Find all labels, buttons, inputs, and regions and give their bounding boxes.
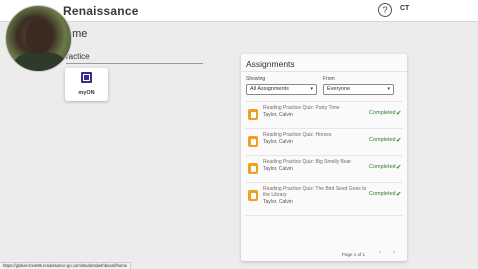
chevron-right-icon[interactable]: ›	[393, 250, 395, 256]
showing-select[interactable]: All Assignments ▾	[246, 84, 317, 95]
assignment-row[interactable]: Reading Practice Quiz: Big Smelly Bear T…	[245, 155, 403, 181]
checkmark-icon: ✔	[396, 164, 402, 171]
myon-app-tile[interactable]: myON	[65, 68, 108, 101]
student-name: Taylor, Calvin	[263, 112, 293, 118]
myon-logo-icon	[81, 72, 92, 83]
status-completed: Completed	[369, 110, 396, 116]
from-select-value: Everyone	[327, 86, 351, 92]
assignment-row[interactable]: Reading Practice Quiz: Party Time Taylor…	[245, 101, 403, 127]
from-select[interactable]: Everyone ▾	[323, 84, 394, 95]
quiz-name: Reading Practice Quiz: Horses	[263, 132, 332, 138]
chevron-down-icon: ▾	[310, 86, 313, 92]
top-app-bar: Renaissance ? CT	[0, 0, 478, 22]
checkmark-icon: ✔	[396, 110, 402, 117]
webcam-overlay	[5, 5, 72, 72]
assignment-row[interactable]: Reading Practice Quiz: The Bird Seed Goe…	[245, 182, 403, 210]
student-name: Taylor, Calvin	[263, 199, 293, 205]
from-label: From	[323, 76, 335, 82]
quiz-name: Reading Practice Quiz: Party Time	[263, 105, 340, 111]
status-completed: Completed	[369, 137, 396, 143]
practice-heading: ractice	[66, 52, 203, 64]
pagination-text: Page 1 of 1	[342, 252, 366, 257]
help-button[interactable]: ?	[378, 3, 392, 17]
list-bottom-divider	[245, 215, 403, 216]
quiz-icon	[248, 190, 258, 201]
quiz-name: Reading Practice Quiz: Big Smelly Bear	[263, 159, 352, 165]
checkmark-icon: ✔	[396, 137, 402, 144]
panel-divider	[241, 71, 407, 72]
quiz-icon	[248, 163, 258, 174]
status-completed: Completed	[369, 164, 396, 170]
showing-label: Showing	[246, 76, 266, 82]
quiz-name: Reading Practice Quiz: The Bird Seed Goe…	[263, 186, 367, 198]
myon-app-label: myON	[78, 90, 95, 96]
brand-logo[interactable]: Renaissance	[63, 4, 139, 18]
assignments-panel: Assignments Showing From All Assignments…	[241, 54, 407, 261]
webcam-person-shirt	[14, 52, 66, 71]
webcam-person-face	[26, 20, 52, 54]
quiz-icon	[248, 136, 258, 147]
browser-status-url: https://global-zone65.renaissance-go.com…	[0, 262, 132, 269]
student-name: Taylor, Calvin	[263, 166, 293, 172]
student-name: Taylor, Calvin	[263, 139, 293, 145]
assignment-row[interactable]: Reading Practice Quiz: Horses Taylor, Ca…	[245, 128, 403, 154]
chevron-left-icon[interactable]: ‹	[379, 250, 381, 256]
user-menu-button[interactable]: CT	[400, 5, 409, 12]
chevron-down-icon: ▾	[387, 86, 390, 92]
checkmark-icon: ✔	[396, 191, 402, 198]
showing-select-value: All Assignments	[250, 86, 289, 92]
quiz-icon	[248, 109, 258, 120]
status-completed: Completed	[369, 191, 396, 197]
assignments-title: Assignments	[246, 59, 295, 69]
